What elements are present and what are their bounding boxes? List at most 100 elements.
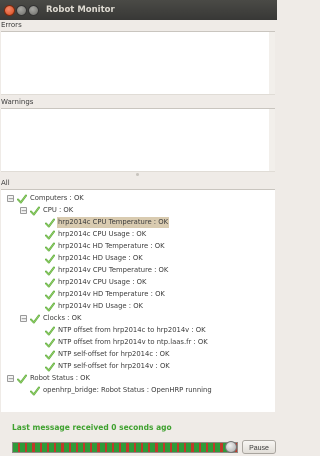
timeline-tick bbox=[172, 443, 177, 452]
timeline-tick bbox=[49, 443, 54, 452]
maximize-window-button[interactable] bbox=[28, 5, 39, 16]
tree-row[interactable]: hrp2014v HD Temperature : OK bbox=[45, 289, 166, 300]
tree-row[interactable]: hrp2014v CPU Usage : OK bbox=[45, 277, 147, 288]
timeline-tick bbox=[78, 443, 83, 452]
ok-check-icon bbox=[30, 206, 40, 216]
message-timeline[interactable] bbox=[12, 442, 238, 453]
timeline-tick bbox=[165, 443, 170, 452]
close-window-button[interactable] bbox=[4, 5, 15, 16]
tree-row[interactable]: − CPU : OK bbox=[20, 205, 74, 216]
timeline-tick bbox=[186, 443, 191, 452]
tree-row-label: hrp2014v HD Usage : OK bbox=[58, 302, 143, 310]
timeline-tick bbox=[129, 443, 134, 452]
tree-row[interactable]: hrp2014c CPU Temperature : OK bbox=[45, 217, 170, 228]
tree-row[interactable]: hrp2014v CPU Temperature : OK bbox=[45, 265, 169, 276]
tree-row[interactable]: hrp2014c HD Temperature : OK bbox=[45, 241, 166, 252]
all-tree-view[interactable]: − Computers : OK − CPU : OK hrp2014c CPU Tem… bbox=[1, 189, 275, 412]
ok-check-icon bbox=[45, 350, 55, 360]
tree-row[interactable]: hrp2014v HD Usage : OK bbox=[45, 301, 144, 312]
timeline-slider-handle[interactable] bbox=[225, 441, 237, 453]
errors-label: Errors bbox=[1, 21, 22, 29]
timeline-tick bbox=[71, 443, 76, 452]
warnings-scrollbar[interactable] bbox=[269, 109, 275, 171]
tree-row[interactable]: − Computers : OK bbox=[7, 193, 85, 204]
tree-row-label: NTP self-offset for hrp2014v : OK bbox=[58, 362, 170, 370]
ok-check-icon bbox=[30, 386, 40, 396]
collapse-toggle-icon[interactable]: − bbox=[7, 375, 14, 383]
timeline-tick bbox=[100, 443, 105, 452]
tree-row-label: hrp2014v CPU Usage : OK bbox=[58, 278, 147, 286]
ok-check-icon bbox=[45, 218, 55, 228]
tree-row-label: Robot Status : OK bbox=[30, 374, 90, 382]
tree-row-label: NTP offset from hrp2014c to hrp2014v : O… bbox=[58, 326, 206, 334]
timeline-tick bbox=[150, 443, 155, 452]
timeline-tick bbox=[121, 443, 126, 452]
tree-row-label: openhrp_bridge: Robot Status : OpenHRP r… bbox=[43, 386, 212, 394]
window-title: Robot Monitor bbox=[46, 5, 115, 15]
timeline-tick bbox=[179, 443, 184, 452]
timeline-tick bbox=[136, 443, 141, 452]
timeline-tick bbox=[107, 443, 112, 452]
ok-check-icon bbox=[45, 242, 55, 252]
tree-row-label: hrp2014c CPU Usage : OK bbox=[58, 230, 147, 238]
tree-row-label: CPU : OK bbox=[43, 206, 74, 214]
tree-row[interactable]: hrp2014c HD Usage : OK bbox=[45, 253, 144, 264]
minimize-window-button[interactable] bbox=[16, 5, 27, 16]
timeline-tick bbox=[208, 443, 213, 452]
last-message-status: Last message received 0 seconds ago bbox=[12, 423, 172, 432]
ok-check-icon bbox=[45, 230, 55, 240]
tree-row-label: NTP offset from hrp2014v to ntp.laas.fr … bbox=[58, 338, 208, 346]
tree-row-label: hrp2014c HD Temperature : OK bbox=[58, 242, 165, 250]
ok-check-icon bbox=[45, 326, 55, 336]
warnings-label: Warnings bbox=[1, 98, 34, 106]
tree-row[interactable]: NTP self-offset for hrp2014c : OK bbox=[45, 349, 170, 360]
ok-check-icon bbox=[45, 362, 55, 372]
tree-row[interactable]: NTP offset from hrp2014c to hrp2014v : O… bbox=[45, 325, 207, 336]
ok-check-icon bbox=[45, 302, 55, 312]
errors-scrollbar[interactable] bbox=[269, 32, 275, 94]
ok-check-icon bbox=[17, 374, 27, 384]
tree-row[interactable]: − Robot Status : OK bbox=[7, 373, 91, 384]
timeline-tick bbox=[114, 443, 119, 452]
title-bar: Robot Monitor bbox=[0, 0, 277, 20]
ok-check-icon bbox=[45, 278, 55, 288]
timeline-tick bbox=[92, 443, 97, 452]
ok-check-icon bbox=[17, 194, 27, 204]
tree-row[interactable]: NTP self-offset for hrp2014v : OK bbox=[45, 361, 171, 372]
timeline-tick bbox=[143, 443, 148, 452]
ok-check-icon bbox=[30, 314, 40, 324]
errors-panel[interactable] bbox=[1, 31, 275, 95]
tree-row[interactable]: NTP offset from hrp2014v to ntp.laas.fr … bbox=[45, 337, 209, 348]
pane-splitter-handle[interactable] bbox=[136, 173, 139, 176]
timeline-tick bbox=[42, 443, 47, 452]
tree-row-label: hrp2014c CPU Temperature : OK bbox=[57, 217, 170, 228]
collapse-toggle-icon[interactable]: − bbox=[20, 315, 27, 323]
timeline-tick bbox=[158, 443, 163, 452]
tree-row-label: Clocks : OK bbox=[43, 314, 82, 322]
timeline-tick bbox=[27, 443, 32, 452]
pause-button[interactable]: Pause bbox=[242, 440, 276, 454]
timeline-tick bbox=[35, 443, 40, 452]
ok-check-icon bbox=[45, 338, 55, 348]
tree-row[interactable]: − Clocks : OK bbox=[20, 313, 82, 324]
tree-row[interactable]: hrp2014c CPU Usage : OK bbox=[45, 229, 147, 240]
timeline-tick bbox=[56, 443, 61, 452]
all-label: All bbox=[1, 179, 10, 187]
collapse-toggle-icon[interactable]: − bbox=[7, 195, 14, 203]
tree-row-label: NTP self-offset for hrp2014c : OK bbox=[58, 350, 170, 358]
timeline-tick bbox=[20, 443, 25, 452]
timeline-tick bbox=[13, 443, 18, 452]
tree-row[interactable]: openhrp_bridge: Robot Status : OpenHRP r… bbox=[30, 385, 213, 396]
tree-row-label: hrp2014c HD Usage : OK bbox=[58, 254, 143, 262]
timeline-tick bbox=[85, 443, 90, 452]
timeline-tick bbox=[64, 443, 69, 452]
ok-check-icon bbox=[45, 290, 55, 300]
ok-check-icon bbox=[45, 266, 55, 276]
tree-row-label: hrp2014v HD Temperature : OK bbox=[58, 290, 165, 298]
timeline-tick bbox=[215, 443, 220, 452]
tree-row-label: hrp2014v CPU Temperature : OK bbox=[58, 266, 169, 274]
timeline-tick bbox=[201, 443, 206, 452]
warnings-panel[interactable] bbox=[1, 108, 275, 172]
collapse-toggle-icon[interactable]: − bbox=[20, 207, 27, 215]
timeline-tick bbox=[194, 443, 199, 452]
